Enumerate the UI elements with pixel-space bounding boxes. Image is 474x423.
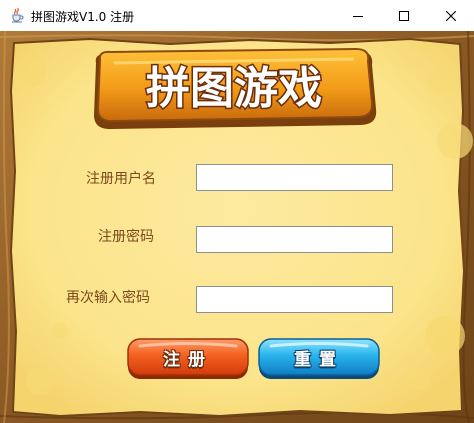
- username-input[interactable]: [196, 164, 393, 191]
- maximize-icon: [399, 10, 409, 21]
- reset-button-label: 重置: [294, 349, 344, 370]
- java-cup-icon[interactable]: [9, 7, 25, 23]
- register-window: 拼图游戏V1.0 注册 拼图游戏 注册用户名 注册密码 再次输入密码 注册 重置: [0, 0, 474, 423]
- title-bar[interactable]: 拼图游戏V1.0 注册: [0, 0, 474, 31]
- reset-button[interactable]: 重置: [257, 337, 381, 381]
- password-input[interactable]: [196, 226, 393, 253]
- close-icon: [446, 10, 456, 21]
- confirm-password-input[interactable]: [196, 286, 393, 313]
- register-button-label: 注册: [163, 349, 213, 370]
- close-button[interactable]: [428, 0, 474, 31]
- password-label: 注册密码: [98, 229, 154, 245]
- username-label: 注册用户名: [86, 171, 156, 187]
- logo-text: 拼图游戏: [146, 63, 322, 114]
- maximize-button[interactable]: [381, 0, 427, 31]
- game-logo: 拼图游戏: [94, 47, 377, 130]
- register-button[interactable]: 注册: [126, 337, 250, 381]
- confirm-password-label: 再次输入密码: [66, 290, 150, 306]
- window-title: 拼图游戏V1.0 注册: [31, 10, 135, 24]
- minimize-button[interactable]: [335, 0, 381, 31]
- content-panel: 拼图游戏 注册用户名 注册密码 再次输入密码 注册 重置: [0, 31, 474, 423]
- minimize-icon: [353, 15, 363, 17]
